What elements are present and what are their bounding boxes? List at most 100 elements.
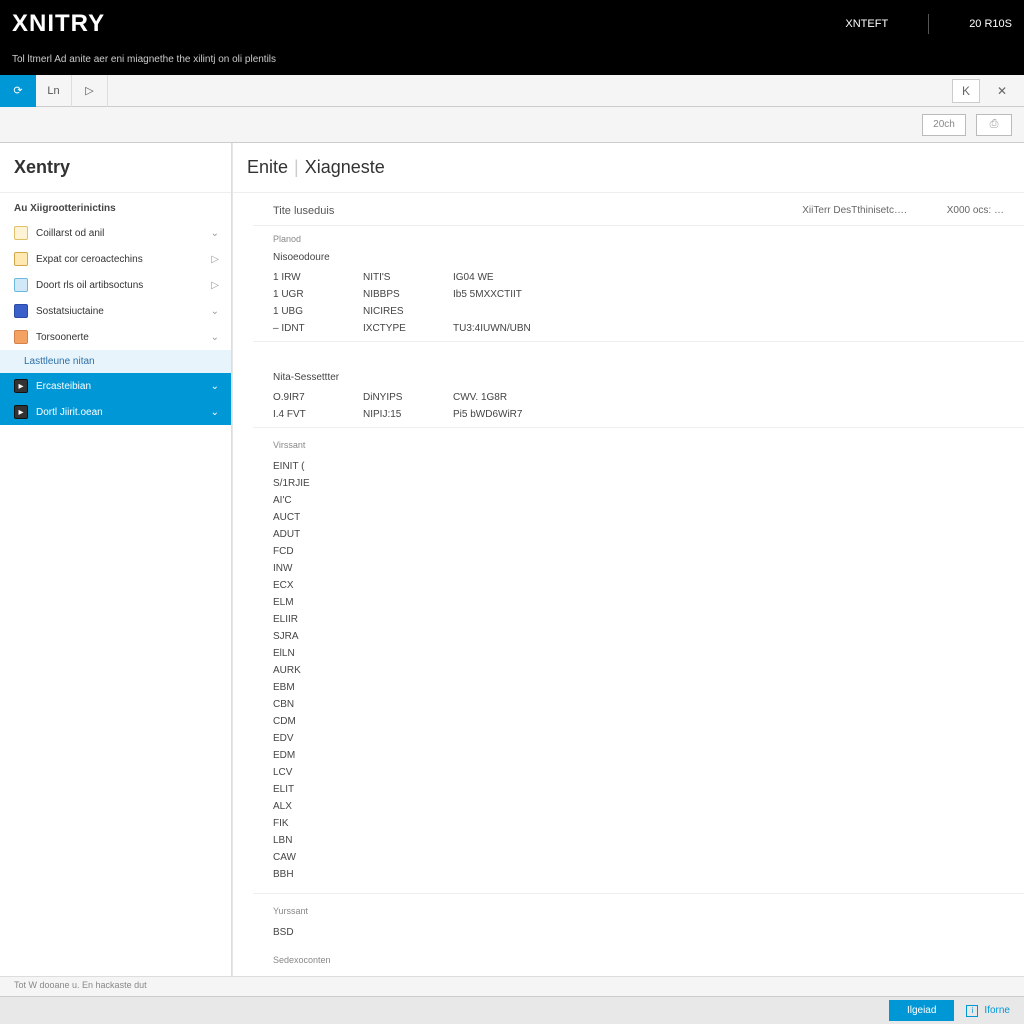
list-item[interactable]: AI'C: [253, 492, 1024, 509]
content-inner: Tite luseduis XiiTerr DesTthinisetc…. X0…: [253, 193, 1024, 967]
data-row[interactable]: – IDNTIXCTYPETU3:4IUWN/UBN: [253, 320, 1024, 337]
secondary-action-link[interactable]: i Iforne: [966, 1005, 1010, 1017]
content-header-1: Enite: [247, 157, 288, 178]
header-info-1: XNTEFT: [845, 18, 888, 30]
list-item[interactable]: ELIIR: [253, 611, 1024, 628]
list-item[interactable]: ELM: [253, 594, 1024, 611]
sidebar-item-selected-0[interactable]: ▸ Ercasteibian ⌄: [0, 373, 231, 399]
content-title-row: Tite luseduis XiiTerr DesTthinisetc…. X0…: [253, 193, 1024, 226]
terminal-icon: ▸: [14, 405, 28, 419]
list-item[interactable]: ECX: [253, 577, 1024, 594]
main-area: Xentry Au Xiigrootterinictins Coillarst …: [0, 143, 1024, 995]
check-icon: ⌄: [211, 407, 219, 418]
list-item[interactable]: SJRA: [253, 628, 1024, 645]
zoom-input[interactable]: [922, 114, 966, 136]
header-divider: [928, 14, 929, 34]
cell: CWV. 1G8R: [453, 392, 1004, 403]
sidebar-item-selected-1[interactable]: ▸ Dortl Jiirit.oean ⌄: [0, 399, 231, 425]
header-info-2: 20 R10S: [969, 18, 1012, 30]
vsection-label: Virssant: [253, 432, 1024, 452]
data-row[interactable]: 1 UGRNIBBPSIb5 5MXXCTIIT: [253, 286, 1024, 303]
ln-button[interactable]: Ln: [36, 75, 72, 107]
list-item[interactable]: FIK: [253, 815, 1024, 832]
cell: 1 UBG: [273, 306, 363, 317]
check-icon: ⌄: [211, 381, 219, 392]
chevron-down-icon: ⌄: [211, 306, 219, 317]
document-icon: [14, 226, 28, 240]
list-item[interactable]: ElLN: [253, 645, 1024, 662]
sidebar-title: Xentry: [0, 143, 231, 193]
secondary-label: Iforne: [984, 1005, 1010, 1016]
panel-icon: [14, 278, 28, 292]
info-icon: i: [966, 1005, 978, 1017]
list-item[interactable]: BSD: [253, 924, 1024, 941]
sidebar-item-label: Lasttleune nitan: [24, 356, 95, 367]
list-item[interactable]: CAW: [253, 849, 1024, 866]
vsection2-label: Yurssant: [253, 898, 1024, 918]
chevron-down-icon: ⌄: [211, 228, 219, 239]
content-meta: XiiTerr DesTthinisetc…. X000 ocs: …: [802, 205, 1004, 217]
close-button[interactable]: ✕: [988, 79, 1016, 103]
play-button[interactable]: ▷: [72, 75, 108, 107]
cell: NIBBPS: [363, 289, 453, 300]
rule: [253, 341, 1024, 342]
content-panel: Enite | Xiagneste Tite luseduis XiiTerr …: [232, 143, 1024, 995]
cell: – IDNT: [273, 323, 363, 334]
group-label-1: Nisoeodoure: [253, 246, 1024, 269]
list-item[interactable]: ALX: [253, 798, 1024, 815]
list-item[interactable]: EINIT (: [253, 458, 1024, 475]
folder-icon: [14, 252, 28, 266]
sidebar-item-label: Dortl Jiirit.oean: [36, 407, 103, 418]
list-item[interactable]: FCD: [253, 543, 1024, 560]
sidebar-item-label: Ercasteibian: [36, 381, 91, 392]
section-label: Planod: [253, 226, 1024, 246]
secondary-toolbar: ⎙: [0, 107, 1024, 143]
list-item[interactable]: CDM: [253, 713, 1024, 730]
sidebar-item-3[interactable]: Sostatsiuctaine ⌄: [0, 298, 231, 324]
data-row[interactable]: 1 UBGNICIRES: [253, 303, 1024, 320]
sidebar-item-4[interactable]: Torsoonerte ⌄: [0, 324, 231, 350]
cell: NITI'S: [363, 272, 453, 283]
cell: IXCTYPE: [363, 323, 453, 334]
cell: DiNYIPS: [363, 392, 453, 403]
list-item[interactable]: LBN: [253, 832, 1024, 849]
app-subtitle: Tol ltmerl Ad anite aer eni miagnethe th…: [0, 48, 1024, 75]
cell: NIPIJ:15: [363, 409, 453, 420]
list-item[interactable]: AUCT: [253, 509, 1024, 526]
print-button[interactable]: ⎙: [976, 114, 1012, 136]
list-item[interactable]: EBM: [253, 679, 1024, 696]
primary-action-button[interactable]: Ilgeiad: [889, 1000, 954, 1021]
list-item[interactable]: ELIT: [253, 781, 1024, 798]
list-item[interactable]: AURK: [253, 662, 1024, 679]
header-separator: |: [294, 157, 299, 178]
content-header: Enite | Xiagneste: [233, 143, 1024, 193]
list-item[interactable]: BBH: [253, 866, 1024, 883]
sidebar-item-0[interactable]: Coillarst od anil ⌄: [0, 220, 231, 246]
chevron-right-icon: ▷: [211, 254, 219, 265]
list-item[interactable]: EDM: [253, 747, 1024, 764]
status-bar: Tot W dooane u. En hackaste dut: [0, 976, 1024, 996]
sidebar-item-2[interactable]: Doort rls oil artibsoctuns ▷: [0, 272, 231, 298]
sidebar-sub-parent[interactable]: Lasttleune nitan: [0, 350, 231, 373]
cell: IG04 WE: [453, 272, 1004, 283]
data-row[interactable]: 1 IRWNITI'SIG04 WE: [253, 269, 1024, 286]
cell: 1 UGR: [273, 289, 363, 300]
data-row[interactable]: O.9IR7DiNYIPSCWV. 1G8R: [253, 389, 1024, 406]
list-item[interactable]: LCV: [253, 764, 1024, 781]
refresh-button[interactable]: ⟳: [0, 75, 36, 107]
list-item[interactable]: INW: [253, 560, 1024, 577]
list-item[interactable]: ADUT: [253, 526, 1024, 543]
cell: 1 IRW: [273, 272, 363, 283]
sidebar-item-1[interactable]: Expat cor ceroactechins ▷: [0, 246, 231, 272]
chevron-down-icon: ⌄: [211, 332, 219, 343]
sidebar-item-label: Torsoonerte: [36, 332, 89, 343]
meta-2: X000 ocs: …: [947, 205, 1004, 217]
list-item[interactable]: CBN: [253, 696, 1024, 713]
data-row[interactable]: I.4 FVTNIPIJ:15Pi5 bWD6WiR7: [253, 406, 1024, 423]
list-item[interactable]: EDV: [253, 730, 1024, 747]
content-header-2: Xiagneste: [305, 157, 385, 178]
back-button[interactable]: K: [952, 79, 980, 103]
sidebar-item-label: Expat cor ceroactechins: [36, 254, 143, 265]
list-item[interactable]: S/1RJIE: [253, 475, 1024, 492]
sidebar-section-label: Au Xiigrootterinictins: [0, 193, 231, 220]
